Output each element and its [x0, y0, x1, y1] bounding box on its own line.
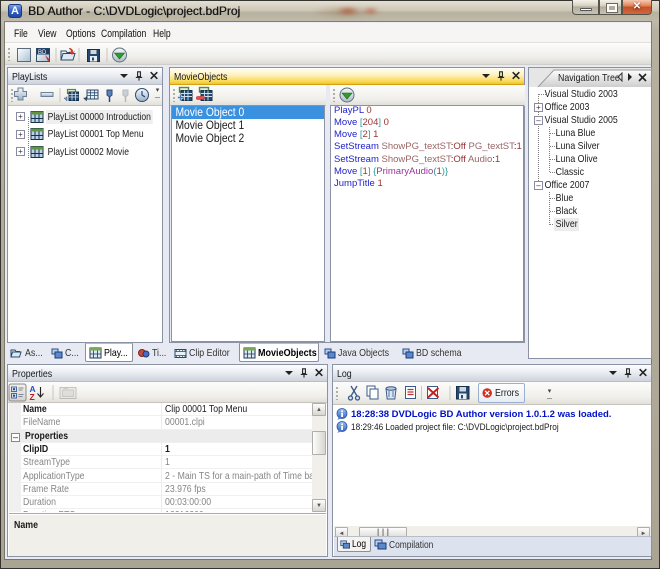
svg-text:Z: Z: [30, 392, 35, 402]
svg-text:BD: BD: [38, 50, 47, 56]
